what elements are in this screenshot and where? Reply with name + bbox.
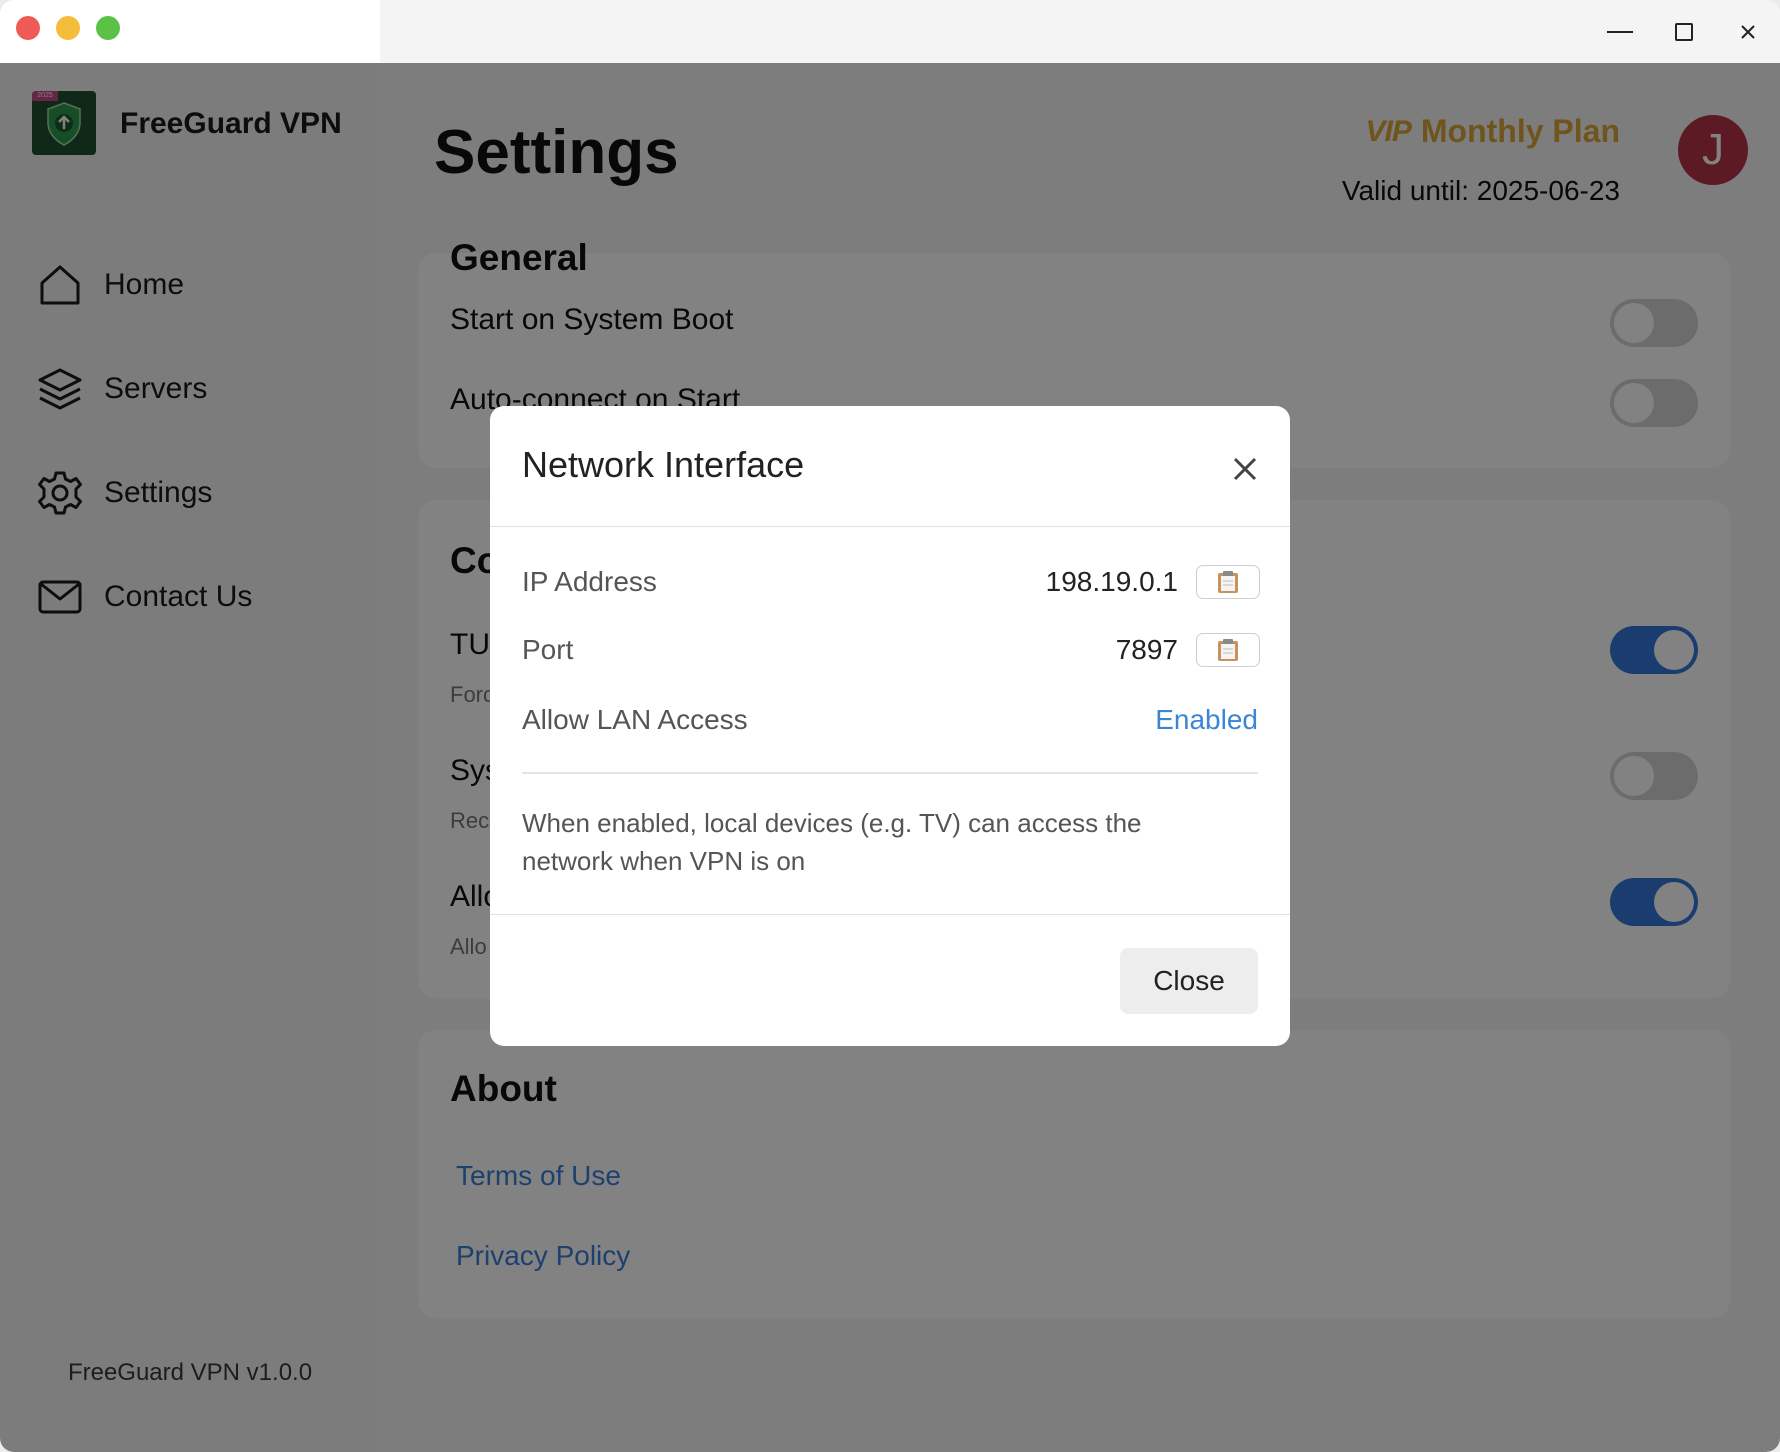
- close-icon[interactable]: [1730, 14, 1766, 50]
- allow-lan-access-status: Enabled: [1155, 704, 1258, 735]
- dialog-content-divider: [522, 772, 1258, 774]
- allow-lan-access-label: Allow LAN Access: [522, 704, 748, 735]
- copy-port-button[interactable]: [1196, 633, 1260, 667]
- close-button[interactable]: Close: [1120, 948, 1258, 1014]
- title-bar: [0, 0, 1780, 63]
- title-bar-right: [380, 0, 1780, 63]
- network-interface-dialog: Network Interface IP Address 198.19.0.1 …: [490, 406, 1290, 1046]
- port-value: 7897: [1115, 634, 1178, 665]
- app-window: 2025 FreeGuard VPN Home Servers Settings…: [0, 0, 1780, 1452]
- traffic-zoom-button[interactable]: [96, 16, 120, 40]
- minimize-icon[interactable]: [1602, 14, 1638, 50]
- dialog-header-divider: [490, 526, 1290, 527]
- traffic-close-button[interactable]: [16, 16, 40, 40]
- ip-address-label: IP Address: [522, 566, 657, 597]
- dialog-title: Network Interface: [522, 444, 805, 485]
- lan-access-description: When enabled, local devices (e.g. TV) ca…: [522, 808, 1142, 876]
- ip-address-value: 198.19.0.1: [1045, 566, 1178, 597]
- traffic-minimize-button[interactable]: [56, 16, 80, 40]
- port-label: Port: [522, 634, 574, 665]
- dialog-close-icon[interactable]: [1228, 452, 1262, 486]
- copy-ip-button[interactable]: [1196, 565, 1260, 599]
- maximize-icon[interactable]: [1666, 14, 1702, 50]
- dialog-footer-divider: [490, 914, 1290, 915]
- clipboard-icon: [1218, 571, 1238, 593]
- clipboard-icon: [1218, 639, 1238, 661]
